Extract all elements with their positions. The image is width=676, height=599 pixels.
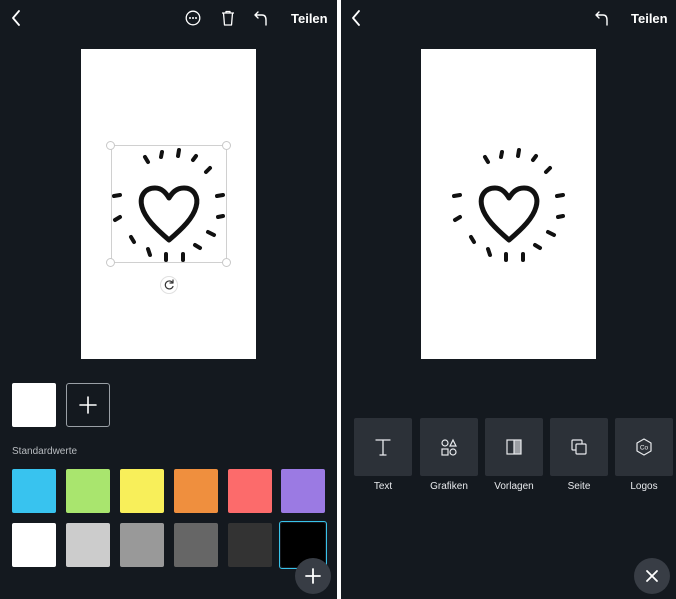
right-screen: Teilen Text Grafiken Vorlagen Seite Co L…: [341, 0, 676, 599]
back-chevron-icon[interactable]: [11, 10, 21, 26]
color-swatch-r2-1[interactable]: [12, 523, 56, 567]
left-screen: Teilen Standardwerte: [0, 0, 337, 599]
color-swatch-r2-3[interactable]: [120, 523, 164, 567]
close-button[interactable]: [634, 558, 670, 594]
more-options-icon[interactable]: [185, 10, 201, 26]
color-swatch-r1-3[interactable]: [120, 469, 164, 513]
color-swatch-r1-2[interactable]: [66, 469, 110, 513]
tool-label-templates: Vorlagen: [494, 481, 534, 492]
pages-icon: [571, 439, 587, 455]
logo-icon: Co: [636, 438, 652, 456]
resize-handle-top-left[interactable]: [106, 141, 115, 150]
resize-handle-top-right[interactable]: [222, 141, 231, 150]
heart-graphic[interactable]: [109, 144, 229, 264]
resize-handle-bottom-right[interactable]: [222, 258, 231, 267]
current-color-swatch[interactable]: [12, 383, 56, 427]
tool-label-page: Seite: [567, 481, 591, 492]
tool-graphics[interactable]: [420, 418, 478, 476]
color-swatch-r2-2[interactable]: [66, 523, 110, 567]
share-button[interactable]: Teilen: [291, 11, 328, 26]
add-element-button[interactable]: [295, 558, 331, 594]
plus-icon: [305, 568, 321, 584]
text-icon: [375, 439, 391, 456]
rotate-handle[interactable]: [160, 276, 178, 294]
tool-label-logos: Logos: [630, 481, 658, 492]
shapes-icon: [441, 438, 457, 456]
color-swatch-r1-4[interactable]: [174, 469, 218, 513]
tool-label-text: Text: [373, 481, 393, 492]
trash-icon[interactable]: [221, 10, 235, 26]
tool-logos[interactable]: Co: [615, 418, 673, 476]
share-button[interactable]: Teilen: [631, 11, 668, 26]
color-swatch-r2-5[interactable]: [228, 523, 272, 567]
svg-text:Co: Co: [640, 445, 649, 452]
undo-icon[interactable]: [595, 10, 609, 26]
color-swatch-r1-6[interactable]: [281, 469, 325, 513]
standard-colors-label: Standardwerte: [12, 446, 78, 457]
resize-handle-bottom-left[interactable]: [106, 258, 115, 267]
add-color-button[interactable]: [66, 383, 110, 427]
color-swatch-r1-5[interactable]: [228, 469, 272, 513]
tool-page[interactable]: [550, 418, 608, 476]
color-swatch-r2-4[interactable]: [174, 523, 218, 567]
tool-text[interactable]: [354, 418, 412, 476]
heart-graphic[interactable]: [449, 144, 569, 264]
undo-icon[interactable]: [254, 10, 268, 26]
back-chevron-icon[interactable]: [351, 10, 361, 26]
plus-icon: [79, 396, 97, 414]
color-swatch-r1-1[interactable]: [12, 469, 56, 513]
close-icon: [646, 570, 658, 582]
tool-templates[interactable]: [485, 418, 543, 476]
tool-label-graphics: Grafiken: [430, 481, 468, 492]
layout-icon: [506, 439, 522, 455]
